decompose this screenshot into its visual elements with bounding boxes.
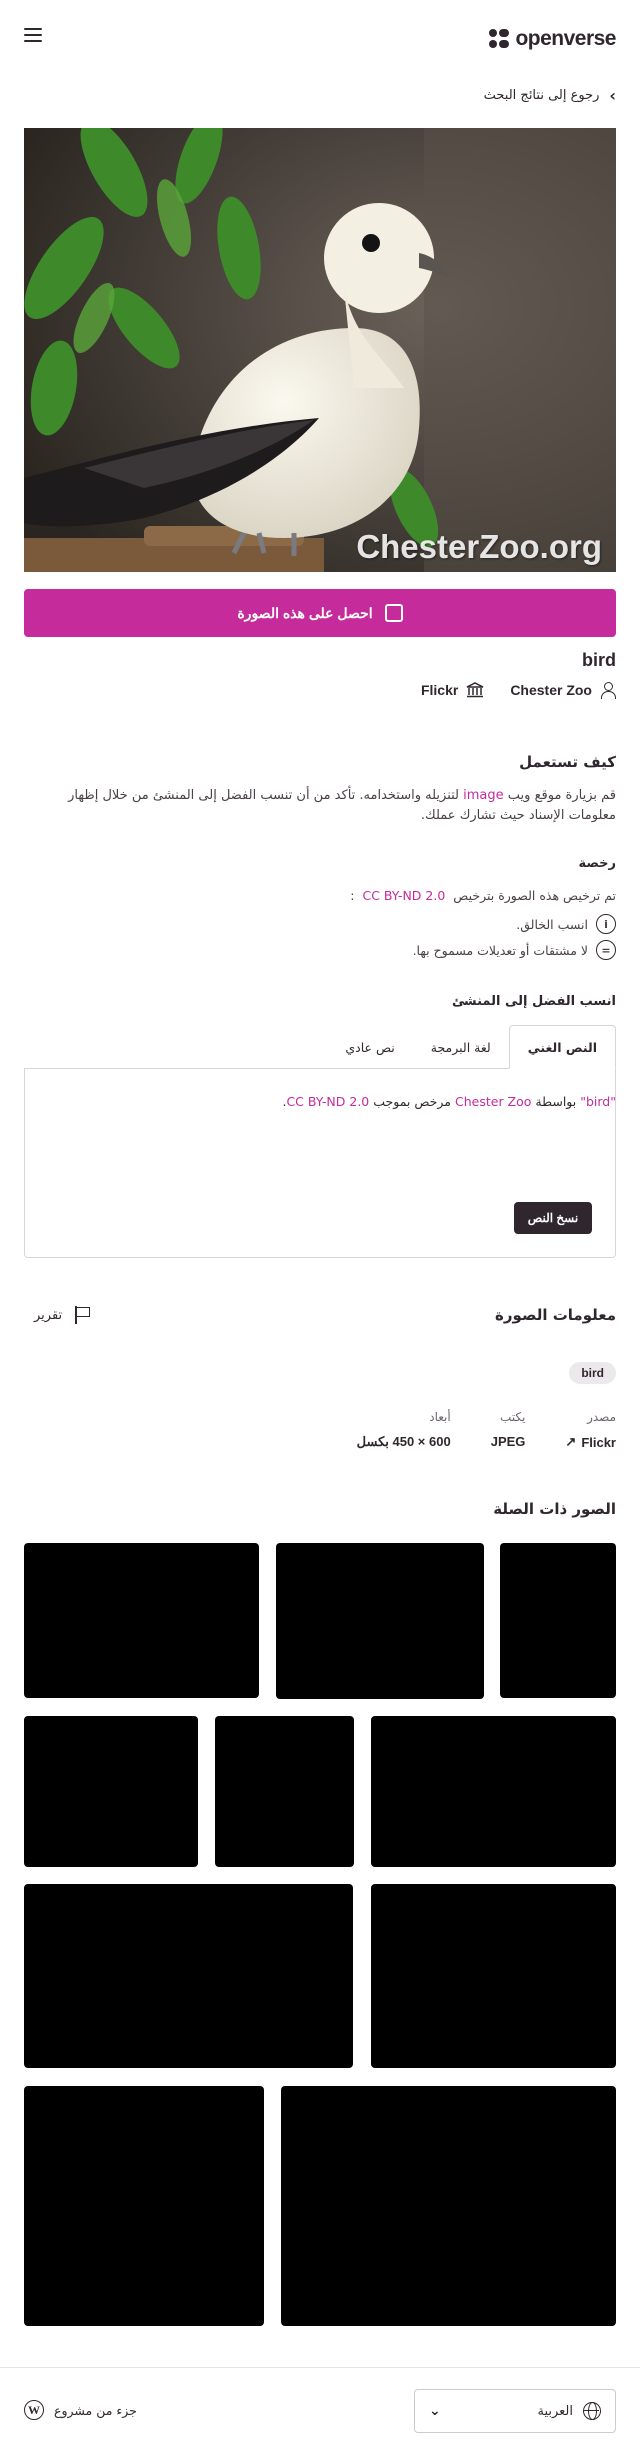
chevron-right-icon: ›	[609, 85, 616, 105]
meta-source-value[interactable]: ↗ Flickr	[565, 1434, 616, 1450]
license-item-nd: = لا مشتقات أو تعديلات مسموح بها.	[413, 940, 616, 960]
image-title: bird	[582, 650, 616, 670]
chevron-down-icon: ⌄	[429, 2403, 441, 2419]
logo-text: openverse	[515, 27, 616, 50]
meta-type: يكتب JPEG	[491, 1410, 526, 1450]
license-item-by: i انسب الخالق.	[516, 914, 616, 934]
get-image-label: احصل على هذه الصورة	[237, 604, 373, 621]
meta-source: مصدر ↗ Flickr	[565, 1410, 616, 1450]
back-link-label: رجوع إلى نتائج البحث	[483, 87, 600, 103]
related-image-tile[interactable]	[215, 1716, 354, 1867]
tab-plain-text[interactable]: نص عادي	[327, 1025, 412, 1069]
related-image-tile[interactable]	[371, 1716, 616, 1867]
tab-rich-text[interactable]: النص الغني	[508, 1025, 616, 1069]
license-item-text: انسب الخالق.	[516, 916, 588, 932]
how-to-use-text-before: قم بزيارة موقع ويب	[507, 788, 616, 803]
image-source-link[interactable]: image	[463, 788, 504, 803]
report-button[interactable]: تقرير	[34, 1306, 91, 1324]
license-item-text: لا مشتقات أو تعديلات مسموح بها.	[412, 942, 588, 958]
cc-by-icon: i	[596, 914, 616, 934]
image-metadata: مصدر ↗ Flickr يكتب JPEG أبعاد 600 × 450 …	[357, 1410, 616, 1450]
attribution-title-link[interactable]: "bird"	[580, 1094, 616, 1109]
related-image-tile[interactable]	[276, 1543, 484, 1699]
license-colon: :	[350, 888, 355, 903]
footer-divider	[0, 2367, 640, 2368]
image-watermark: ChesterZoo.org	[356, 528, 602, 565]
creator-name: Chester Zoo	[510, 682, 592, 698]
attribution-by: بواسطة	[535, 1094, 577, 1109]
related-image-tile[interactable]	[24, 1884, 353, 2068]
get-image-button[interactable]: احصل على هذه الصورة	[24, 589, 616, 637]
wordpress-credit[interactable]: جزء من مشروع W	[24, 2400, 137, 2420]
main-image: ChesterZoo.org	[24, 128, 616, 572]
person-icon	[600, 682, 616, 699]
meta-source-value-text: Flickr	[581, 1434, 616, 1450]
related-images-heading: الصور ذات الصلة	[493, 1500, 616, 1518]
license-intro: تم ترخيص هذه الصورة بترخيص CC BY-ND 2.0 …	[350, 888, 616, 903]
meta-dimensions-label: أبعاد	[429, 1410, 451, 1424]
institution-icon	[466, 682, 484, 698]
report-label: تقرير	[34, 1307, 63, 1323]
related-image-tile[interactable]	[24, 2086, 264, 2326]
source-link[interactable]: Flickr	[421, 682, 484, 698]
meta-source-label: مصدر	[587, 1410, 616, 1424]
openverse-logo[interactable]: openverse	[489, 26, 616, 52]
source-name: Flickr	[420, 682, 459, 698]
attribution-tabs: النص الغني لغة البرمجة نص عادي	[24, 1025, 616, 1069]
hamburger-menu-icon[interactable]	[24, 28, 42, 46]
credit-text: جزء من مشروع	[54, 2402, 137, 2418]
attribution-text: "bird" بواسطة Chester Zoo مرخص بموجب CC …	[282, 1094, 616, 1109]
related-image-tile[interactable]	[24, 1543, 259, 1698]
language-select[interactable]: العربية ⌄	[414, 2389, 616, 2433]
attribution-creator-link[interactable]: Chester Zoo	[455, 1094, 531, 1109]
flag-icon	[74, 1306, 91, 1324]
external-link-icon	[384, 604, 403, 622]
meta-dimensions-value: 600 × 450 بكسل	[356, 1434, 451, 1449]
related-image-tile[interactable]	[24, 1716, 198, 1867]
creator-source-row: Chester Zoo Flickr	[421, 682, 616, 699]
back-to-results-link[interactable]: › رجوع إلى نتائج البحث	[484, 84, 616, 106]
license-heading: رخصة	[578, 856, 616, 871]
tab-html[interactable]: لغة البرمجة	[413, 1025, 509, 1069]
bird-photo	[24, 128, 616, 572]
meta-dimensions: أبعاد 600 × 450 بكسل	[357, 1410, 451, 1450]
meta-type-label: يكتب	[500, 1410, 526, 1424]
license-link[interactable]: CC BY-ND 2.0	[362, 888, 445, 903]
tag-chip[interactable]: bird	[569, 1362, 616, 1384]
language-label: العربية	[537, 2403, 573, 2419]
attribution-license-link[interactable]: CC BY-ND 2.0	[286, 1094, 369, 1109]
external-link-icon: ↗	[565, 1434, 577, 1449]
wordpress-logo-icon: W	[24, 2400, 44, 2420]
globe-icon	[583, 2402, 601, 2420]
related-image-tile[interactable]	[500, 1543, 616, 1698]
how-to-use-heading: كيف تستعمل	[519, 753, 616, 771]
related-image-tile[interactable]	[371, 1884, 616, 2068]
cc-nd-icon: =	[596, 940, 616, 960]
attribution-heading: انسب الفضل إلى المنشئ	[451, 994, 616, 1009]
image-info-heading: معلومات الصورة	[495, 1306, 616, 1324]
how-to-use-text: قم بزيارة موقع ويب image لتنزيله واستخدا…	[24, 786, 616, 826]
creator-link[interactable]: Chester Zoo	[510, 682, 616, 699]
copy-text-button[interactable]: نسخ النص	[514, 1202, 592, 1234]
openverse-logo-icon	[489, 29, 510, 49]
license-intro-text: تم ترخيص هذه الصورة بترخيص	[453, 888, 616, 903]
meta-type-value: JPEG	[490, 1434, 526, 1449]
related-image-tile[interactable]	[281, 2086, 616, 2326]
site-header: openverse	[0, 0, 640, 80]
attribution-licensed: مرخص بموجب	[373, 1094, 452, 1109]
